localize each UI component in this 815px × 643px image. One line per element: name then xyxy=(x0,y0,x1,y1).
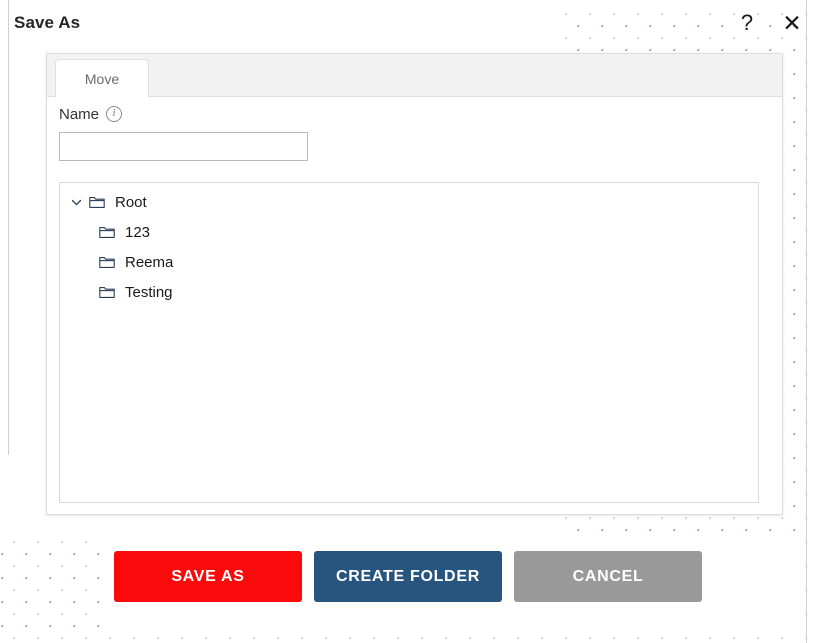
tree-row-child[interactable]: 123 xyxy=(60,217,758,247)
chevron-down-icon[interactable] xyxy=(68,194,84,210)
tree-row-root[interactable]: Root xyxy=(60,187,758,217)
tree-label-child: 123 xyxy=(125,223,151,241)
tab-move[interactable]: Move xyxy=(55,59,149,98)
name-label-row: Name i xyxy=(59,104,308,124)
tree-row-child[interactable]: Testing xyxy=(60,277,758,307)
save-as-dialog: Save As ? ✕ Move Name i Root 123 Reema T… xyxy=(0,0,815,643)
name-label: Name xyxy=(59,105,100,123)
folder-icon xyxy=(88,195,105,210)
tree-label-child: Reema xyxy=(125,253,174,271)
folder-icon xyxy=(98,255,115,270)
dialog-content-card: Move Name i Root 123 Reema Testing xyxy=(46,53,783,515)
dialog-title: Save As xyxy=(14,13,81,32)
tree-label-root: Root xyxy=(115,193,147,211)
info-circle-icon[interactable]: i xyxy=(106,106,123,122)
dialog-titlebar: Save As ? ✕ xyxy=(0,0,815,48)
tree-row-child[interactable]: Reema xyxy=(60,247,758,277)
name-field-group: Name i xyxy=(59,104,308,161)
save-as-button[interactable]: SAVE AS xyxy=(114,551,302,602)
tree-label-child: Testing xyxy=(125,283,173,301)
name-input[interactable] xyxy=(59,132,308,161)
help-icon[interactable]: ? xyxy=(734,10,760,36)
cancel-button[interactable]: CANCEL xyxy=(514,551,702,602)
close-icon[interactable]: ✕ xyxy=(779,10,805,36)
folder-icon xyxy=(98,225,115,240)
folder-tree-panel: Root 123 Reema Testing xyxy=(59,182,759,503)
folder-icon xyxy=(98,285,115,300)
create-folder-button[interactable]: CREATE FOLDER xyxy=(314,551,502,602)
tab-strip: Move xyxy=(47,54,782,98)
